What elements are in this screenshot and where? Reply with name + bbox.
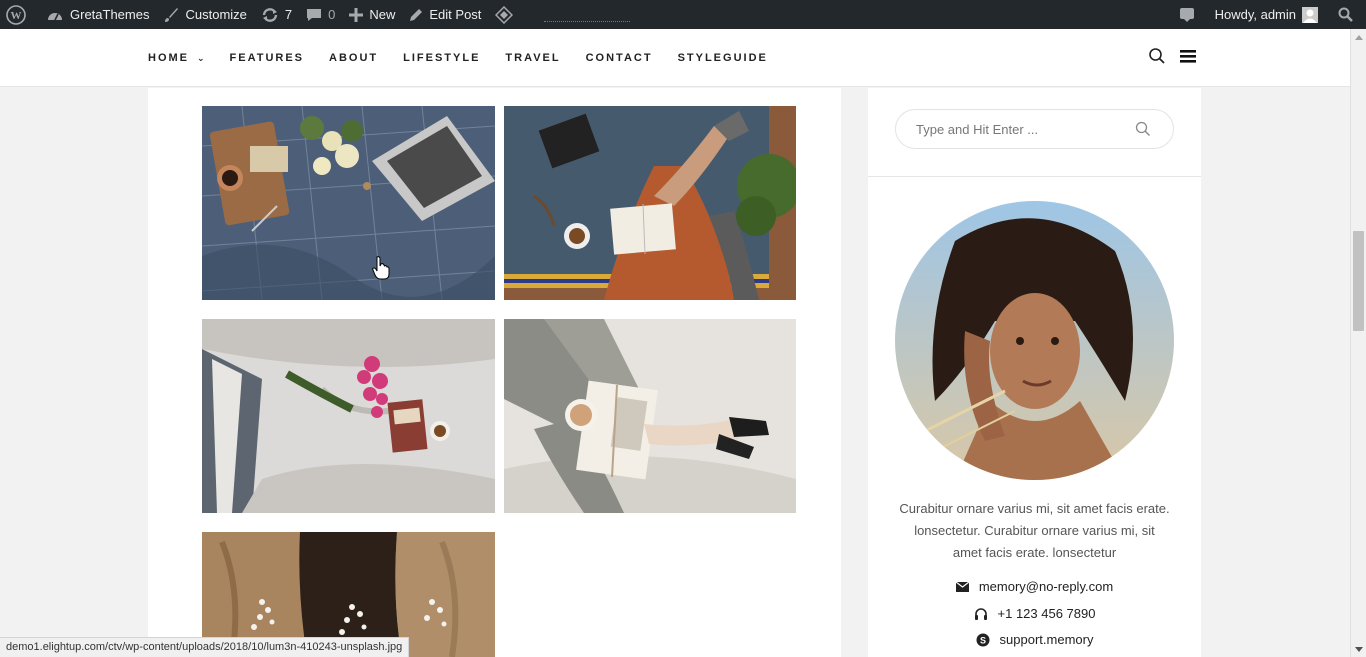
nav-item-contact[interactable]: CONTACT	[586, 52, 653, 64]
header-search-icon[interactable]	[1148, 47, 1166, 65]
post-content	[148, 88, 841, 657]
notification-icon	[1179, 7, 1194, 22]
sidebar: Curabitur ornare varius mi, sit amet fac…	[868, 88, 1201, 657]
howdy-label: Howdy, admin	[1214, 7, 1296, 22]
hamburger-menu-icon[interactable]	[1180, 48, 1196, 64]
user-avatar-icon	[1302, 6, 1318, 23]
svg-text:S: S	[980, 635, 986, 645]
updates-link[interactable]: 7	[254, 0, 299, 29]
edit-post-label: Edit Post	[429, 7, 482, 22]
coffee-book-socks-photo	[504, 319, 796, 513]
svg-text:W: W	[11, 10, 22, 22]
comments-count: 0	[328, 7, 336, 22]
nav-item-travel[interactable]: TRAVEL	[505, 52, 560, 64]
brush-icon	[165, 7, 179, 22]
gallery-image-reading[interactable]	[504, 106, 796, 300]
contact-email[interactable]: memory@no-reply.com	[868, 579, 1201, 594]
search-icon	[1338, 7, 1353, 22]
sidebar-search-icon[interactable]	[1135, 121, 1151, 137]
scroll-up-arrow-icon[interactable]	[1351, 29, 1366, 45]
edit-post-link[interactable]: Edit Post	[402, 0, 488, 29]
nav-home-label: HOME	[148, 52, 189, 64]
nav-features-label: FEATURES	[229, 52, 305, 64]
nav-item-lifestyle[interactable]: LIFESTYLE	[403, 52, 480, 64]
pink-flowers-book-photo	[202, 319, 495, 513]
updates-count: 7	[284, 7, 293, 22]
contact-phone-text: +1 123 456 7890	[997, 606, 1096, 621]
main-nav: HOME ⌄ FEATURES ABOUT LIFESTYLE TRAVEL C…	[148, 29, 793, 87]
wordpress-logo-menu[interactable]: W	[0, 0, 39, 29]
adminbar-right: Howdy, admin	[1172, 0, 1366, 29]
new-content-menu[interactable]: New	[342, 0, 402, 29]
wp-admin-bar: W GretaThemes Customize 7 0 New Edit Pos…	[0, 0, 1366, 29]
comment-icon	[307, 8, 322, 21]
gallery-image-coffee-book[interactable]	[504, 319, 796, 513]
contact-phone[interactable]: +1 123 456 7890	[868, 606, 1201, 621]
reading-book-photo	[504, 106, 796, 300]
new-label: New	[369, 7, 396, 22]
dashboard-icon	[48, 12, 62, 20]
skype-icon: S	[976, 633, 990, 646]
wordpress-icon: W	[6, 4, 26, 25]
page-scrollbar[interactable]	[1350, 29, 1366, 657]
site-name-label: GretaThemes	[70, 7, 150, 22]
nav-item-about[interactable]: ABOUT	[329, 52, 378, 64]
adminbar-search[interactable]	[1331, 0, 1366, 29]
chevron-down-icon: ⌄	[197, 52, 205, 63]
nav-contact-label: CONTACT	[585, 52, 653, 64]
header-icons	[1148, 47, 1196, 65]
adminbar-dotted-divider	[544, 12, 631, 22]
scrollbar-thumb[interactable]	[1353, 231, 1364, 331]
customize-link[interactable]: Customize	[156, 0, 253, 29]
notification-menu[interactable]	[1172, 0, 1208, 29]
nav-styleguide-label: STYLEGUIDE	[677, 52, 768, 64]
plus-icon	[349, 7, 364, 22]
nav-item-home[interactable]: HOME ⌄	[148, 52, 205, 64]
nav-item-styleguide[interactable]: STYLEGUIDE	[678, 52, 768, 64]
author-avatar	[895, 201, 1174, 480]
nav-lifestyle-label: LIFESTYLE	[403, 52, 481, 64]
comments-link[interactable]: 0	[299, 0, 342, 29]
author-portrait-image	[895, 201, 1174, 480]
contact-skype-text: support.memory	[999, 632, 1094, 647]
theme-diamond-link[interactable]	[488, 0, 526, 29]
browser-status-bar: demo1.elightup.com/ctv/wp-content/upload…	[0, 637, 410, 657]
author-about-text: Curabitur ornare varius mi, sit amet fac…	[899, 501, 1170, 560]
envelope-icon	[955, 581, 969, 592]
laptop-flowers-photo	[202, 106, 495, 300]
contact-skype[interactable]: S support.memory	[868, 632, 1201, 647]
contact-email-text: memory@no-reply.com	[978, 579, 1114, 594]
sidebar-search-form	[895, 109, 1174, 149]
nav-travel-label: TRAVEL	[505, 52, 561, 64]
pencil-icon	[410, 8, 423, 21]
sidebar-search-input[interactable]	[916, 121, 1126, 137]
site-name-menu[interactable]: GretaThemes	[39, 0, 156, 29]
gallery-image-laptop[interactable]	[202, 106, 495, 300]
sidebar-divider	[868, 176, 1201, 177]
scroll-down-arrow-icon[interactable]	[1351, 641, 1366, 657]
hand-pointer-cursor-icon	[372, 256, 390, 280]
customize-label: Customize	[185, 7, 247, 22]
updates-icon	[262, 7, 278, 22]
gallery-image-flowers[interactable]	[202, 319, 495, 513]
diamond-icon	[495, 5, 514, 24]
headset-icon	[974, 607, 987, 620]
site-header: HOME ⌄ FEATURES ABOUT LIFESTYLE TRAVEL C…	[0, 29, 1350, 87]
account-menu[interactable]: Howdy, admin	[1208, 0, 1331, 29]
nav-item-features[interactable]: FEATURES	[230, 52, 304, 64]
nav-about-label: ABOUT	[329, 52, 379, 64]
